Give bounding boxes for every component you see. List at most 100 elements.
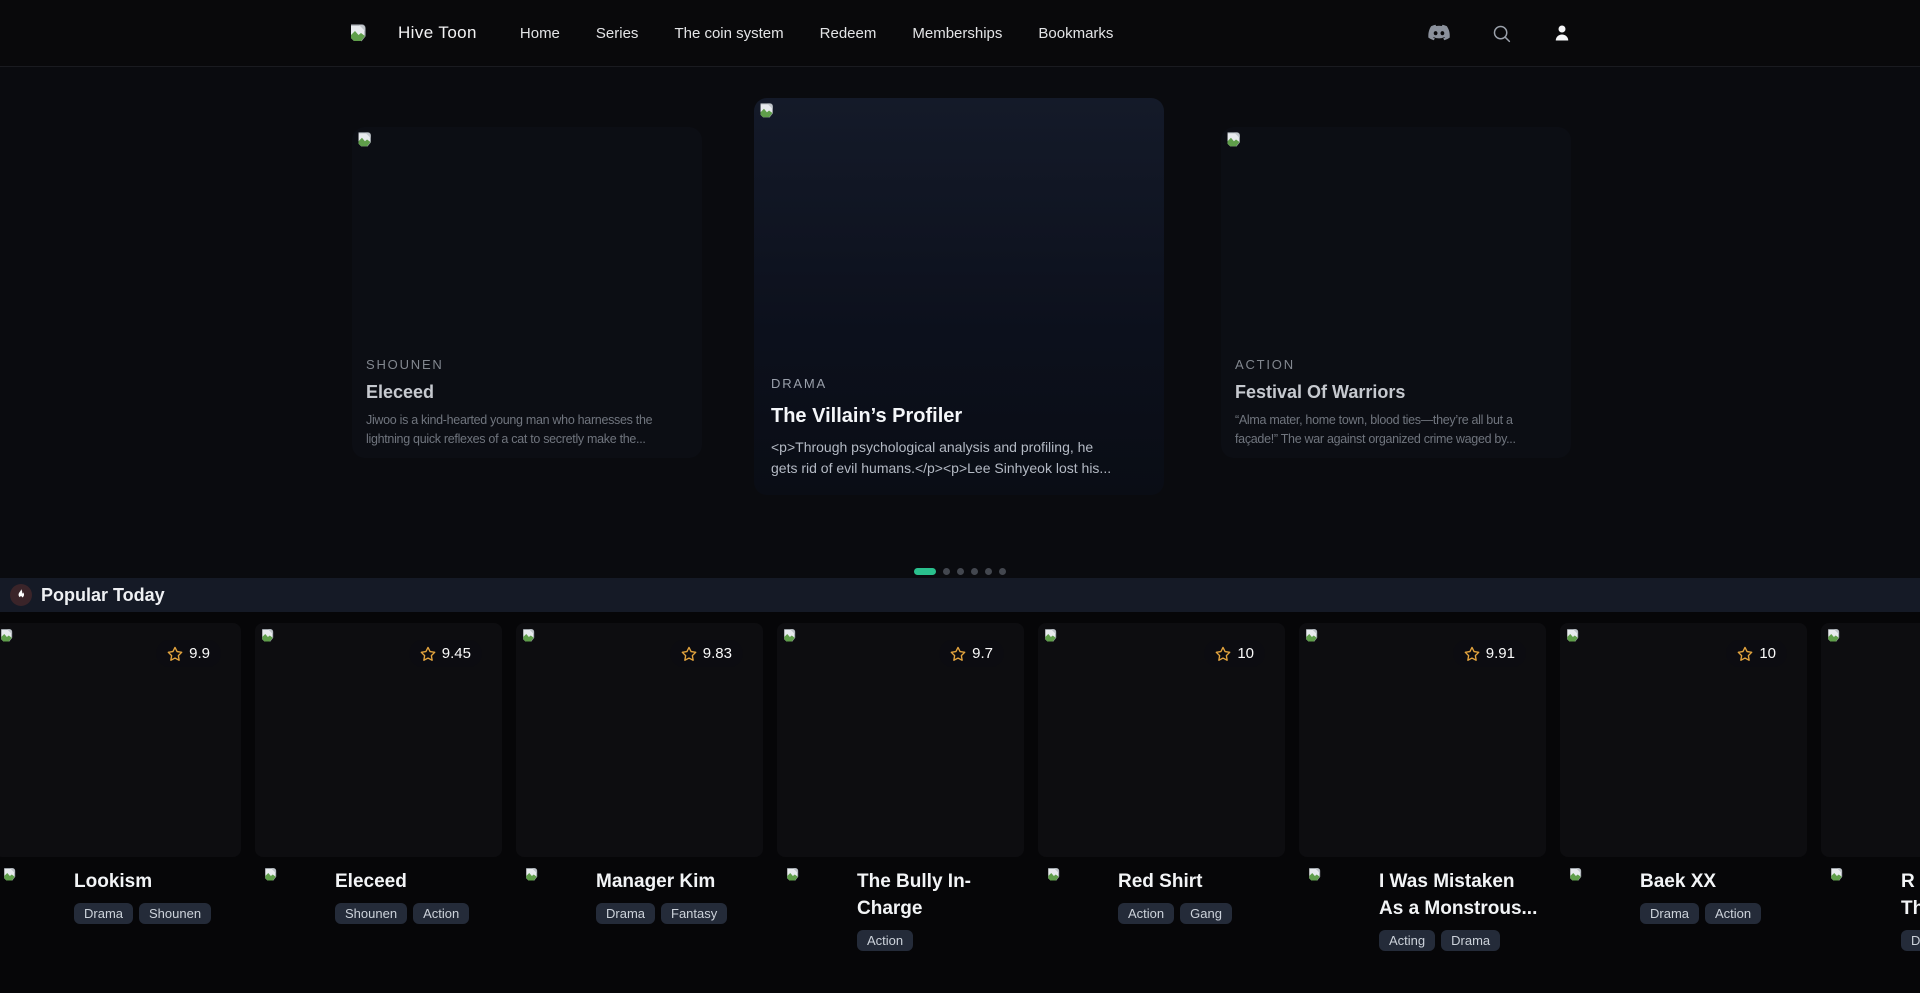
- series-title: I Was Mistaken As a Monstrous...: [1379, 868, 1540, 922]
- carousel-dot[interactable]: [971, 568, 978, 575]
- series-cover[interactable]: 9.91: [1299, 623, 1546, 857]
- rating-badge: 9.9: [156, 640, 221, 667]
- series-card-clipped[interactable]: R Th D: [1821, 623, 1920, 951]
- hero-category: SHOUNEN: [366, 357, 690, 372]
- series-card-the-bully-in-charge[interactable]: 9.7 The Bully In-Charge Action: [777, 623, 1024, 951]
- series-cover[interactable]: 10: [1560, 623, 1807, 857]
- series-title: Lookism: [74, 868, 235, 895]
- broken-image-icon: [348, 23, 368, 43]
- series-thumb: [263, 865, 335, 937]
- popular-today-header: Popular Today: [0, 578, 1920, 612]
- discord-button[interactable]: [1427, 21, 1451, 45]
- popular-today-title: Popular Today: [41, 585, 165, 606]
- discord-icon: [1427, 21, 1451, 45]
- nav-item-home[interactable]: Home: [520, 25, 560, 42]
- series-card-i-was-mistaken[interactable]: 9.91 I Was Mistaken As a Monstrous... Ac…: [1299, 623, 1546, 951]
- carousel-dot[interactable]: [985, 568, 992, 575]
- account-button[interactable]: [1552, 23, 1572, 43]
- rating-badge: 9.91: [1453, 640, 1526, 667]
- series-card-baek-xx[interactable]: 10 Baek XX Drama Action: [1560, 623, 1807, 951]
- series-card-body: I Was Mistaken As a Monstrous... Acting …: [1299, 865, 1546, 951]
- rating-value: 9.91: [1486, 645, 1515, 662]
- flame-icon: [10, 584, 32, 606]
- series-info: Eleceed Shounen Action: [335, 865, 496, 937]
- nav-item-bookmarks[interactable]: Bookmarks: [1038, 25, 1113, 42]
- hero-description: Jiwoo is a kind-hearted young man who ha…: [366, 411, 690, 448]
- nav-item-series[interactable]: Series: [596, 25, 639, 42]
- series-thumb: [2, 865, 74, 937]
- genre-chip[interactable]: Action: [1118, 903, 1174, 924]
- genre-chip[interactable]: Action: [1705, 903, 1761, 924]
- series-cover[interactable]: 9.7: [777, 623, 1024, 857]
- genre-chips: Shounen Action: [335, 903, 496, 924]
- genre-chips: Drama Shounen: [74, 903, 235, 924]
- broken-image-icon: [263, 867, 278, 882]
- genre-chip[interactable]: Shounen: [335, 903, 407, 924]
- series-info: Manager Kim Drama Fantasy: [596, 865, 757, 937]
- series-info: I Was Mistaken As a Monstrous... Acting …: [1379, 865, 1540, 951]
- genre-chip[interactable]: D: [1901, 930, 1920, 951]
- genre-chip[interactable]: Action: [857, 930, 913, 951]
- carousel-dot[interactable]: [957, 568, 964, 575]
- broken-image-icon: [1304, 628, 1319, 643]
- series-cover[interactable]: 9.9: [0, 623, 241, 857]
- carousel-dot[interactable]: [999, 568, 1006, 575]
- series-card-body: R Th D: [1821, 865, 1920, 951]
- broken-image-icon: [2, 867, 17, 882]
- series-card-eleceed[interactable]: 9.45 Eleceed Shounen Action: [255, 623, 502, 951]
- series-card-lookism[interactable]: 9.9 Lookism Drama Shounen: [0, 623, 241, 951]
- nav-item-coin-system[interactable]: The coin system: [674, 25, 783, 42]
- series-cover[interactable]: 9.45: [255, 623, 502, 857]
- series-cover[interactable]: 9.83: [516, 623, 763, 857]
- nav-item-memberships[interactable]: Memberships: [912, 25, 1002, 42]
- hero-carousel: SHOUNEN Eleceed Jiwoo is a kind-hearted …: [0, 67, 1920, 578]
- series-card-body: Manager Kim Drama Fantasy: [516, 865, 763, 937]
- broken-image-icon: [1046, 867, 1061, 882]
- nav-icons: [1427, 21, 1572, 45]
- broken-image-icon: [0, 628, 14, 643]
- hero-slide-right[interactable]: ACTION Festival Of Warriors “Alma mater,…: [1221, 127, 1571, 458]
- search-button[interactable]: [1491, 23, 1512, 44]
- genre-chips: Acting Drama: [1379, 930, 1540, 951]
- carousel-dot-active[interactable]: [914, 568, 936, 575]
- series-card-body: Baek XX Drama Action: [1560, 865, 1807, 937]
- series-card-red-shirt[interactable]: 10 Red Shirt Action Gang: [1038, 623, 1285, 951]
- series-card-body: The Bully In-Charge Action: [777, 865, 1024, 951]
- genre-chip[interactable]: Acting: [1379, 930, 1435, 951]
- genre-chip[interactable]: Drama: [596, 903, 655, 924]
- series-title: The Bully In-Charge: [857, 868, 1018, 922]
- star-icon: [681, 646, 697, 662]
- genre-chip[interactable]: Fantasy: [661, 903, 727, 924]
- series-card-body: Eleceed Shounen Action: [255, 865, 502, 937]
- carousel-dot[interactable]: [943, 568, 950, 575]
- hero-description: “Alma mater, home town, blood ties—they’…: [1235, 411, 1559, 448]
- genre-chip[interactable]: Gang: [1180, 903, 1232, 924]
- hero-slide-active[interactable]: DRAMA The Villain’s Profiler <p>Through …: [754, 98, 1164, 495]
- broken-image-icon: [785, 867, 800, 882]
- broken-image-icon: [1307, 867, 1322, 882]
- broken-image-icon: [521, 628, 536, 643]
- hero-slide-left[interactable]: SHOUNEN Eleceed Jiwoo is a kind-hearted …: [352, 127, 702, 458]
- genre-chip[interactable]: Shounen: [139, 903, 211, 924]
- series-title: Baek XX: [1640, 868, 1801, 895]
- series-cover[interactable]: [1821, 623, 1920, 857]
- series-thumb: [1568, 865, 1640, 937]
- star-icon: [1215, 646, 1231, 662]
- genre-chip[interactable]: Drama: [74, 903, 133, 924]
- genre-chip[interactable]: Drama: [1640, 903, 1699, 924]
- hero-description: <p>Through psychological analysis and pr…: [771, 437, 1147, 479]
- series-cover[interactable]: 10: [1038, 623, 1285, 857]
- broken-image-icon: [1043, 628, 1058, 643]
- hero-title: Festival Of Warriors: [1235, 381, 1559, 403]
- hero-slide-text: ACTION Festival Of Warriors “Alma mater,…: [1221, 357, 1571, 458]
- brand-logo[interactable]: Hive Toon: [348, 23, 477, 43]
- series-card-body: Lookism Drama Shounen: [0, 865, 241, 937]
- genre-chip[interactable]: Action: [413, 903, 469, 924]
- rating-value: 9.7: [972, 645, 993, 662]
- series-info: Red Shirt Action Gang: [1118, 865, 1279, 937]
- nav-item-redeem[interactable]: Redeem: [820, 25, 877, 42]
- series-title: Eleceed: [335, 868, 496, 895]
- series-card-manager-kim[interactable]: 9.83 Manager Kim Drama Fantasy: [516, 623, 763, 951]
- series-thumb: [1046, 865, 1118, 937]
- genre-chip[interactable]: Drama: [1441, 930, 1500, 951]
